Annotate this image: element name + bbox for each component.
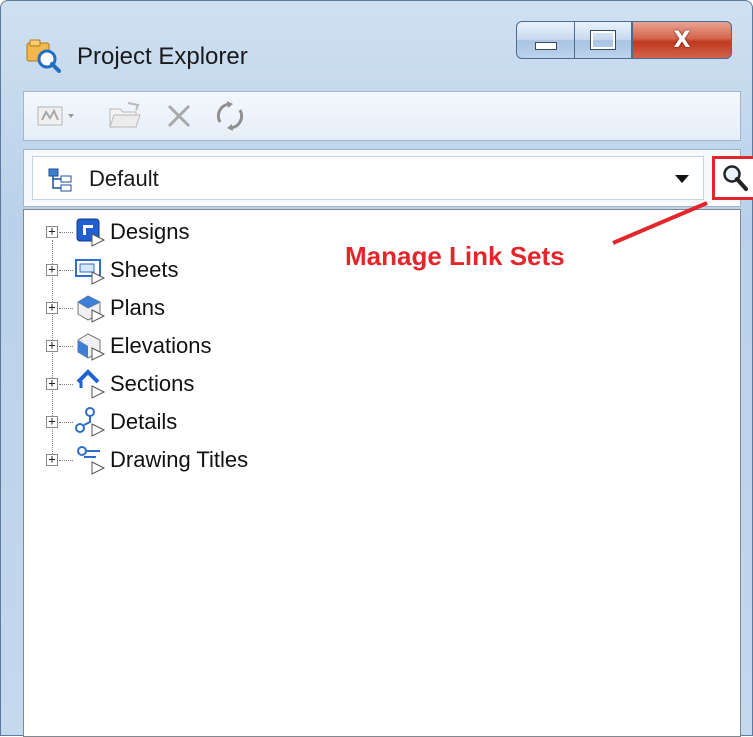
tree-connector — [59, 270, 73, 271]
minimize-icon — [534, 42, 557, 50]
views-dropdown-icon — [37, 106, 74, 126]
tree-connector — [59, 460, 73, 461]
delete-icon — [167, 104, 191, 128]
maximize-icon — [591, 31, 615, 49]
tree-connector — [59, 422, 73, 423]
delete-button[interactable] — [164, 100, 194, 132]
tree-connector — [59, 384, 73, 385]
toolbar — [23, 91, 741, 141]
tree-item-plans[interactable]: + Plans — [24, 290, 424, 326]
tree-item-label: Details — [110, 409, 178, 434]
expand-details-button[interactable]: + — [46, 415, 58, 428]
maximize-button[interactable] — [574, 21, 632, 59]
tree-item-sections[interactable]: + Sections — [24, 366, 424, 402]
refresh-icon — [216, 101, 244, 131]
tree-item-elevations[interactable]: + Elevations — [24, 328, 424, 364]
expand-sheets-button[interactable]: + — [46, 263, 58, 276]
views-dropdown-button[interactable] — [36, 100, 80, 132]
project-explorer-icon — [26, 39, 61, 73]
tree-item-details[interactable]: + Details — [24, 404, 424, 440]
window-title: Project Explorer — [77, 43, 248, 70]
expand-designs-button[interactable]: + — [46, 225, 58, 238]
open-folder-button[interactable] — [108, 100, 142, 132]
link-set-icon — [48, 168, 72, 192]
designs-icon — [76, 218, 106, 247]
tree-item-label: Elevations — [110, 333, 212, 358]
tree-item-drawing-titles[interactable]: + Drawing Titles — [24, 442, 424, 478]
tree-connector — [59, 232, 73, 233]
sheets-icon — [75, 259, 106, 285]
refresh-button[interactable] — [214, 100, 246, 132]
manage-link-sets-button[interactable] — [712, 156, 753, 200]
project-explorer-window: Project Explorer X Default + Designs + S… — [0, 0, 753, 737]
tree-connector — [59, 346, 73, 347]
expand-elevations-button[interactable]: + — [46, 339, 58, 352]
manage-link-sets-callout: Manage Link Sets — [345, 241, 565, 271]
magnifier-icon — [723, 165, 748, 191]
details-icon — [75, 407, 106, 437]
chevron-down-icon[interactable] — [675, 175, 689, 183]
tree-item-label: Drawing Titles — [110, 447, 249, 472]
tree-item-label: Sections — [110, 371, 195, 396]
project-tree: + Designs + Sheets + Plans + Elevations … — [23, 209, 741, 737]
tree-item-label: Designs — [110, 219, 190, 244]
expand-drawing-titles-button[interactable]: + — [46, 453, 58, 466]
minimize-button[interactable] — [516, 21, 574, 59]
elevations-icon — [77, 333, 106, 361]
tree-item-label: Plans — [110, 295, 166, 320]
close-icon: X — [673, 27, 691, 53]
close-button[interactable]: X — [632, 21, 732, 59]
tree-item-label: Sheets — [110, 257, 179, 282]
link-set-bar: Default — [23, 149, 753, 207]
sections-icon — [76, 369, 106, 399]
drawing-titles-icon — [77, 446, 106, 475]
plans-icon — [77, 295, 106, 323]
title-bar[interactable]: Project Explorer X — [1, 1, 752, 81]
window-controls: X — [516, 21, 732, 59]
expand-plans-button[interactable]: + — [46, 301, 58, 314]
expand-sections-button[interactable]: + — [46, 377, 58, 390]
tree-connector — [59, 308, 73, 309]
open-folder-icon — [109, 102, 141, 128]
link-set-combo[interactable]: Default — [32, 156, 704, 200]
link-set-selected: Default — [89, 166, 159, 191]
